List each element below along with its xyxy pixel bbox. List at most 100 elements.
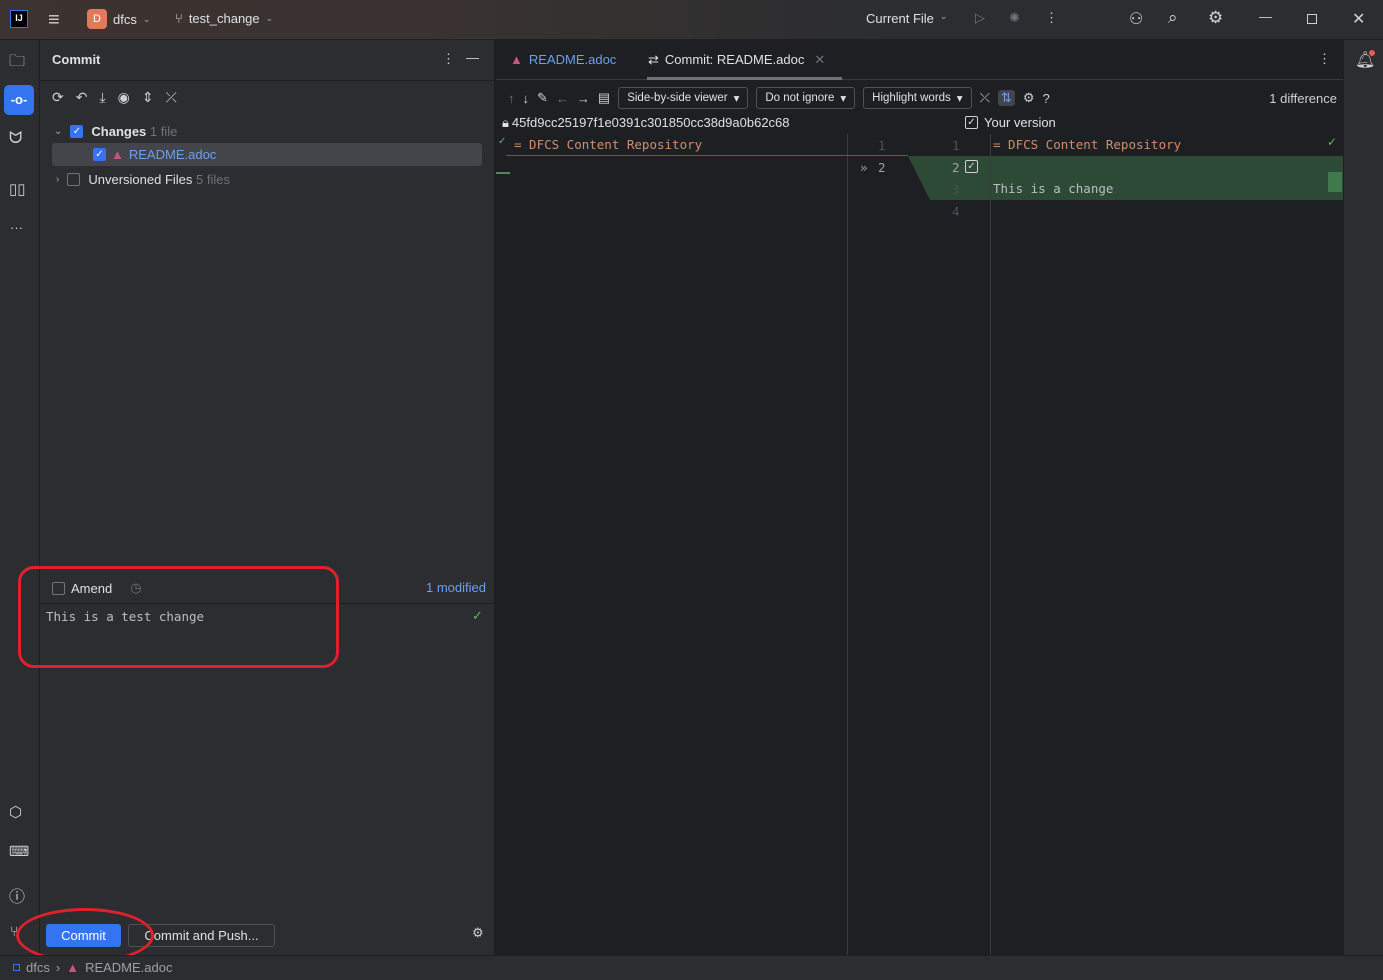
- diff-toolbar: ↑ ↓ ✎ ← → ▤ Side-by-side viewer ▾ Do not …: [496, 84, 1343, 112]
- right-line-number: 4: [952, 204, 960, 219]
- dropdown-arrow-icon: ▾: [840, 93, 847, 105]
- chevron-down-icon: ⌄: [142, 13, 151, 24]
- commit-options-icon[interactable]: ⚙: [472, 925, 484, 941]
- breadcrumb-project[interactable]: dfcs: [26, 960, 50, 975]
- more-tools-icon[interactable]: ···: [10, 220, 23, 235]
- highlight-dropdown[interactable]: Highlight words ▾: [863, 87, 972, 109]
- code-with-me-icon[interactable]: ⚇: [1129, 9, 1143, 29]
- changes-node[interactable]: ⌄ ✓ Changes 1 file: [54, 124, 177, 139]
- annotation-highlight-message: [18, 566, 339, 668]
- ignore-label: Do not ignore: [765, 92, 835, 104]
- highlight-label: Highlight words: [872, 92, 951, 104]
- prev-file-icon[interactable]: ←: [556, 91, 569, 106]
- problems-icon[interactable]: ⓘ: [9, 883, 25, 907]
- terminal-icon[interactable]: ⌨: [9, 843, 29, 860]
- chevron-down-icon: ⌄: [265, 13, 274, 23]
- dropdown-arrow-icon: ▾: [956, 93, 963, 105]
- tool-window-strip: 🗀 -o- ᗢ ▯▯ ··· ⬡ ⌨ ⓘ ⑂: [0, 40, 40, 955]
- close-icon[interactable]: ✕: [1352, 9, 1365, 29]
- debug-icon[interactable]: ✺: [1009, 10, 1020, 26]
- dropdown-arrow-icon: ▾: [733, 93, 740, 105]
- breadcrumb-file[interactable]: README.adoc: [85, 960, 172, 975]
- file-view-icon[interactable]: ▤: [598, 90, 610, 106]
- structure-icon[interactable]: ▯▯: [9, 180, 26, 198]
- edit-icon[interactable]: ✎: [537, 90, 548, 106]
- viewer-dropdown[interactable]: Side-by-side viewer ▾: [618, 87, 749, 109]
- gitlab-icon[interactable]: ᗢ: [9, 130, 22, 148]
- panel-title: Commit: [52, 52, 101, 67]
- rollback-icon[interactable]: ↶: [76, 89, 88, 106]
- left-version-header: 🔒︎ 45fd9cc25197f1e0391c301850cc38d9a0b62c…: [502, 115, 790, 131]
- include-change-checkbox[interactable]: ✓: [965, 160, 978, 173]
- more-icon[interactable]: ⋮: [1045, 10, 1058, 26]
- check-ok-icon: ✓: [498, 136, 507, 147]
- asciidoc-file-icon: ▲: [111, 147, 124, 162]
- breadcrumb: dfcs › ▲ README.adoc: [13, 960, 172, 975]
- search-icon[interactable]: ⌕: [1168, 8, 1178, 28]
- show-diff-icon[interactable]: ◉: [118, 89, 130, 106]
- minimize-icon[interactable]: —: [1259, 9, 1272, 24]
- right-tool-strip: 🔔︎: [1343, 40, 1383, 955]
- unversioned-label: Unversioned Files: [88, 172, 193, 187]
- hide-panel-icon[interactable]: —: [466, 50, 479, 65]
- project-selector[interactable]: D dfcs ⌄: [87, 9, 150, 29]
- chevron-down-icon: ⌄: [939, 11, 948, 21]
- unversioned-count: 5 files: [196, 172, 230, 187]
- tab-options-icon[interactable]: ⋮: [1318, 51, 1331, 67]
- commit-tool-icon[interactable]: -o-: [4, 85, 34, 115]
- right-version-header: ✓ Your version: [965, 115, 1056, 130]
- branch-name: test_change: [188, 11, 260, 26]
- ignore-dropdown[interactable]: Do not ignore ▾: [756, 87, 856, 109]
- modified-count-link[interactable]: 1 modified: [426, 580, 486, 595]
- settings-icon[interactable]: ⚙: [1208, 8, 1223, 28]
- asciidoc-file-icon: ▲: [66, 960, 80, 975]
- close-tab-icon[interactable]: ✕: [814, 52, 825, 68]
- apply-change-icon[interactable]: »: [860, 160, 868, 175]
- expand-all-icon[interactable]: ⇕: [142, 89, 154, 106]
- services-icon[interactable]: ⬡: [9, 803, 22, 821]
- changes-label: Changes: [91, 124, 147, 139]
- branch-selector[interactable]: ⑂ test_change ⌄: [175, 11, 273, 26]
- file-name: README.adoc: [128, 147, 217, 162]
- next-file-icon[interactable]: →: [577, 91, 590, 106]
- diff-body: ✓ = DFCS Content Repository 1 » 2 1 2 ✓ …: [496, 134, 1343, 955]
- help-icon[interactable]: ?: [1043, 91, 1050, 106]
- difference-count: 1 difference: [1269, 90, 1337, 106]
- right-line-number: 1: [952, 138, 960, 153]
- notification-badge: [1369, 50, 1375, 56]
- tab-readme[interactable]: ▲ README.adoc: [510, 52, 616, 67]
- project-folder-icon[interactable]: 🗀: [9, 50, 25, 77]
- tab-commit-diff[interactable]: ⇄ Commit: README.adoc ✕: [648, 52, 825, 68]
- module-icon: [13, 964, 20, 971]
- diff-icon: ⇄: [648, 52, 659, 67]
- editor-tabs: ▲ README.adoc ⇄ Commit: README.adoc ✕ ⋮: [496, 40, 1343, 80]
- chevron-right-icon: ›: [56, 174, 60, 185]
- diff-settings-icon[interactable]: ⚙: [1023, 90, 1035, 106]
- right-line-number: 3: [952, 182, 960, 197]
- next-diff-icon[interactable]: ↓: [523, 91, 530, 106]
- viewer-label: Side-by-side viewer: [627, 92, 728, 104]
- maximize-icon[interactable]: [1307, 14, 1317, 24]
- file-row-readme[interactable]: ✓ ▲ README.adoc: [52, 143, 482, 166]
- right-line-number: 2: [952, 160, 960, 175]
- panel-options-icon[interactable]: ⋮: [442, 51, 455, 67]
- run-config-selector[interactable]: Current File ⌄: [866, 11, 947, 26]
- left-revision-hash: 45fd9cc25197f1e0391c301850cc38d9a0b62c68: [511, 115, 790, 130]
- asciidoc-file-icon: ▲: [510, 52, 523, 67]
- your-version-checkbox[interactable]: ✓: [965, 116, 978, 129]
- file-checkbox[interactable]: ✓: [93, 148, 106, 161]
- run-icon[interactable]: ▷: [975, 10, 985, 26]
- changes-checkbox[interactable]: ✓: [70, 125, 84, 138]
- collapse-all-icon[interactable]: ⤫: [166, 89, 177, 106]
- chevron-right-icon: ›: [55, 960, 61, 975]
- app-logo-icon: IJ: [10, 10, 28, 28]
- shelve-icon[interactable]: ⤓: [99, 89, 105, 106]
- unversioned-checkbox[interactable]: [67, 173, 81, 186]
- refresh-icon[interactable]: ⟳: [52, 89, 64, 106]
- tab-label: README.adoc: [528, 52, 617, 67]
- main-menu-icon[interactable]: ≡: [48, 9, 60, 32]
- prev-diff-icon[interactable]: ↑: [508, 91, 515, 106]
- collapse-unchanged-icon[interactable]: ⤫: [980, 90, 990, 106]
- unversioned-node[interactable]: › Unversioned Files 5 files: [56, 172, 230, 187]
- sync-scroll-icon[interactable]: ⇅: [997, 90, 1015, 106]
